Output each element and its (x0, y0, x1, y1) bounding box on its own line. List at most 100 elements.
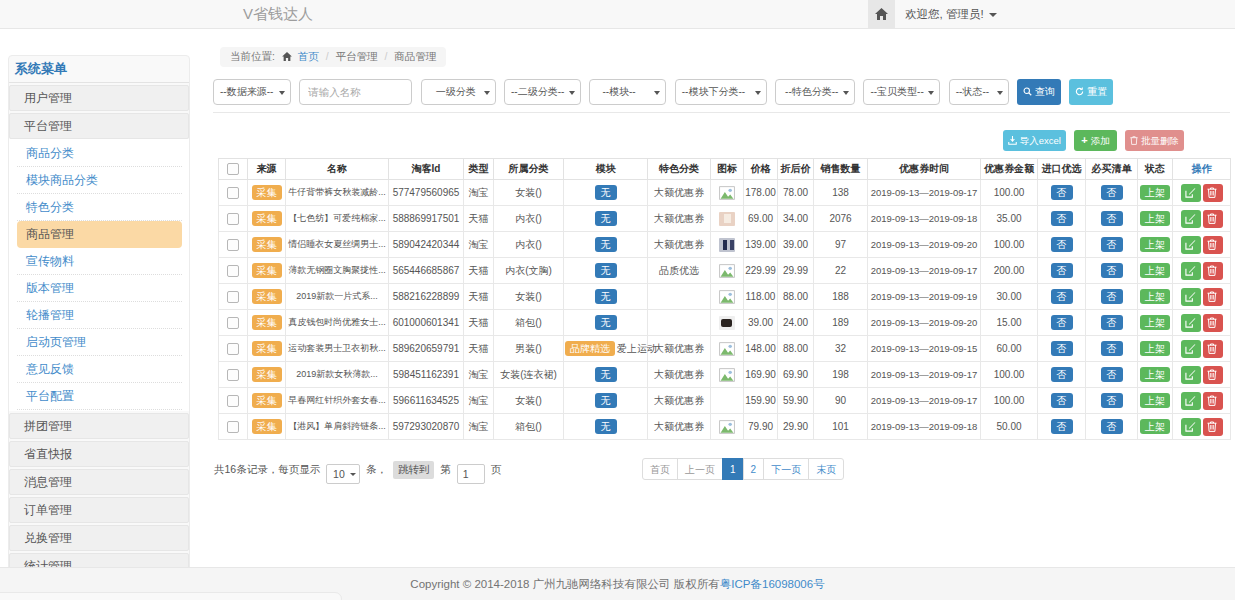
edit-button[interactable] (1181, 288, 1201, 306)
sidebar-subitem[interactable]: 版本管理 (17, 275, 182, 302)
sidebar-subitem[interactable]: 启动页管理 (17, 329, 182, 356)
status-toggle[interactable]: 上架 (1140, 237, 1170, 252)
row-checkbox[interactable] (227, 239, 239, 251)
sidebar-subitem[interactable]: 商品分类 (17, 140, 182, 167)
must-buy-toggle[interactable]: 否 (1101, 315, 1123, 330)
import-select-toggle[interactable]: 否 (1051, 185, 1073, 200)
edit-button[interactable] (1181, 340, 1201, 358)
delete-button[interactable] (1203, 236, 1223, 254)
row-checkbox[interactable] (227, 291, 239, 303)
batch-delete-button[interactable]: 批量删除 (1125, 130, 1184, 151)
delete-button[interactable] (1203, 262, 1223, 280)
sidebar-item[interactable]: 兑换管理 (9, 525, 189, 551)
delete-button[interactable] (1203, 418, 1223, 436)
delete-button[interactable] (1203, 366, 1223, 384)
edit-button[interactable] (1181, 314, 1201, 332)
import-select-toggle[interactable]: 否 (1051, 237, 1073, 252)
module-sub-select[interactable]: --模块下分类-- (675, 79, 767, 105)
must-buy-toggle[interactable]: 否 (1101, 185, 1123, 200)
level1-category-select[interactable]: 一级分类 (421, 79, 496, 105)
edit-button[interactable] (1181, 262, 1201, 280)
import-select-toggle[interactable]: 否 (1051, 393, 1073, 408)
sidebar-subitem[interactable]: 特色分类 (17, 194, 182, 221)
breadcrumb-home-link[interactable]: 首页 (298, 50, 319, 62)
home-button[interactable] (868, 0, 895, 28)
import-select-toggle[interactable]: 否 (1051, 419, 1073, 434)
edit-button[interactable] (1181, 392, 1201, 410)
import-excel-button[interactable]: 导入excel (1003, 130, 1066, 151)
status-toggle[interactable]: 上架 (1140, 263, 1170, 278)
sidebar-subitem[interactable]: 宣传物料 (17, 248, 182, 275)
pager-next[interactable]: 下一页 (763, 458, 809, 480)
row-checkbox[interactable] (227, 421, 239, 433)
sidebar-item[interactable]: 平台管理 (9, 113, 189, 139)
status-toggle[interactable]: 上架 (1140, 341, 1170, 356)
page-number-input[interactable] (457, 464, 485, 484)
status-toggle[interactable]: 上架 (1140, 211, 1170, 226)
sidebar-subitem[interactable]: 轮播管理 (17, 302, 182, 329)
delete-button[interactable] (1203, 340, 1223, 358)
row-checkbox[interactable] (227, 187, 239, 199)
pager-page[interactable]: 2 (743, 458, 765, 480)
delete-button[interactable] (1203, 314, 1223, 332)
reset-button[interactable]: 重置 (1069, 79, 1113, 105)
sidebar-item[interactable]: 订单管理 (9, 497, 189, 523)
must-buy-toggle[interactable]: 否 (1101, 419, 1123, 434)
row-checkbox[interactable] (227, 213, 239, 225)
status-toggle[interactable]: 上架 (1140, 289, 1170, 304)
pager-first[interactable]: 首页 (642, 458, 678, 480)
sidebar-item[interactable]: 用户管理 (9, 85, 189, 111)
user-menu[interactable]: 欢迎您, 管理员! (905, 0, 997, 28)
status-toggle[interactable]: 上架 (1140, 367, 1170, 382)
status-toggle[interactable]: 上架 (1140, 393, 1170, 408)
must-buy-toggle[interactable]: 否 (1101, 211, 1123, 226)
sidebar-item[interactable]: 拼团管理 (9, 413, 189, 439)
status-toggle[interactable]: 上架 (1140, 419, 1170, 434)
sidebar-item[interactable]: 省直快报 (9, 441, 189, 467)
import-select-toggle[interactable]: 否 (1051, 315, 1073, 330)
edit-button[interactable] (1181, 366, 1201, 384)
select-all-checkbox[interactable] (227, 163, 239, 175)
search-button[interactable]: 查询 (1017, 79, 1061, 105)
pager-prev[interactable]: 上一页 (677, 458, 723, 480)
must-buy-toggle[interactable]: 否 (1101, 263, 1123, 278)
edit-button[interactable] (1181, 236, 1201, 254)
delete-button[interactable] (1203, 184, 1223, 202)
sidebar-subitem[interactable]: 商品管理 (17, 221, 182, 248)
edit-button[interactable] (1181, 210, 1201, 228)
sidebar-subitem[interactable]: 意见反馈 (17, 356, 182, 383)
must-buy-toggle[interactable]: 否 (1101, 367, 1123, 382)
status-toggle[interactable]: 上架 (1140, 315, 1170, 330)
name-search-input[interactable] (299, 79, 412, 105)
sidebar-subitem[interactable]: 平台配置 (17, 383, 182, 410)
must-buy-toggle[interactable]: 否 (1101, 393, 1123, 408)
import-select-toggle[interactable]: 否 (1051, 263, 1073, 278)
per-page-select[interactable]: 10 (326, 464, 360, 484)
import-select-toggle[interactable]: 否 (1051, 341, 1073, 356)
row-checkbox[interactable] (227, 369, 239, 381)
delete-button[interactable] (1203, 210, 1223, 228)
must-buy-toggle[interactable]: 否 (1101, 341, 1123, 356)
pager-last[interactable]: 末页 (808, 458, 844, 480)
module-select[interactable]: --模块-- (589, 79, 666, 105)
icp-link[interactable]: 粤ICP备16098006号 (720, 578, 825, 590)
item-type-select[interactable]: --宝贝类型-- (863, 79, 940, 105)
sidebar-subitem[interactable]: 模块商品分类 (17, 167, 182, 194)
edit-button[interactable] (1181, 418, 1201, 436)
sidebar-item[interactable]: 消息管理 (9, 469, 189, 495)
level2-category-select[interactable]: --二级分类-- (504, 79, 581, 105)
pager-page[interactable]: 1 (722, 458, 744, 480)
jump-button[interactable]: 跳转到 (393, 461, 435, 479)
must-buy-toggle[interactable]: 否 (1101, 237, 1123, 252)
edit-button[interactable] (1181, 184, 1201, 202)
feature-category-select[interactable]: --特色分类-- (775, 79, 855, 105)
import-select-toggle[interactable]: 否 (1051, 211, 1073, 226)
row-checkbox[interactable] (227, 395, 239, 407)
import-select-toggle[interactable]: 否 (1051, 367, 1073, 382)
status-toggle[interactable]: 上架 (1140, 185, 1170, 200)
must-buy-toggle[interactable]: 否 (1101, 289, 1123, 304)
row-checkbox[interactable] (227, 343, 239, 355)
data-source-select[interactable]: --数据来源-- (213, 79, 291, 105)
import-select-toggle[interactable]: 否 (1051, 289, 1073, 304)
delete-button[interactable] (1203, 392, 1223, 410)
